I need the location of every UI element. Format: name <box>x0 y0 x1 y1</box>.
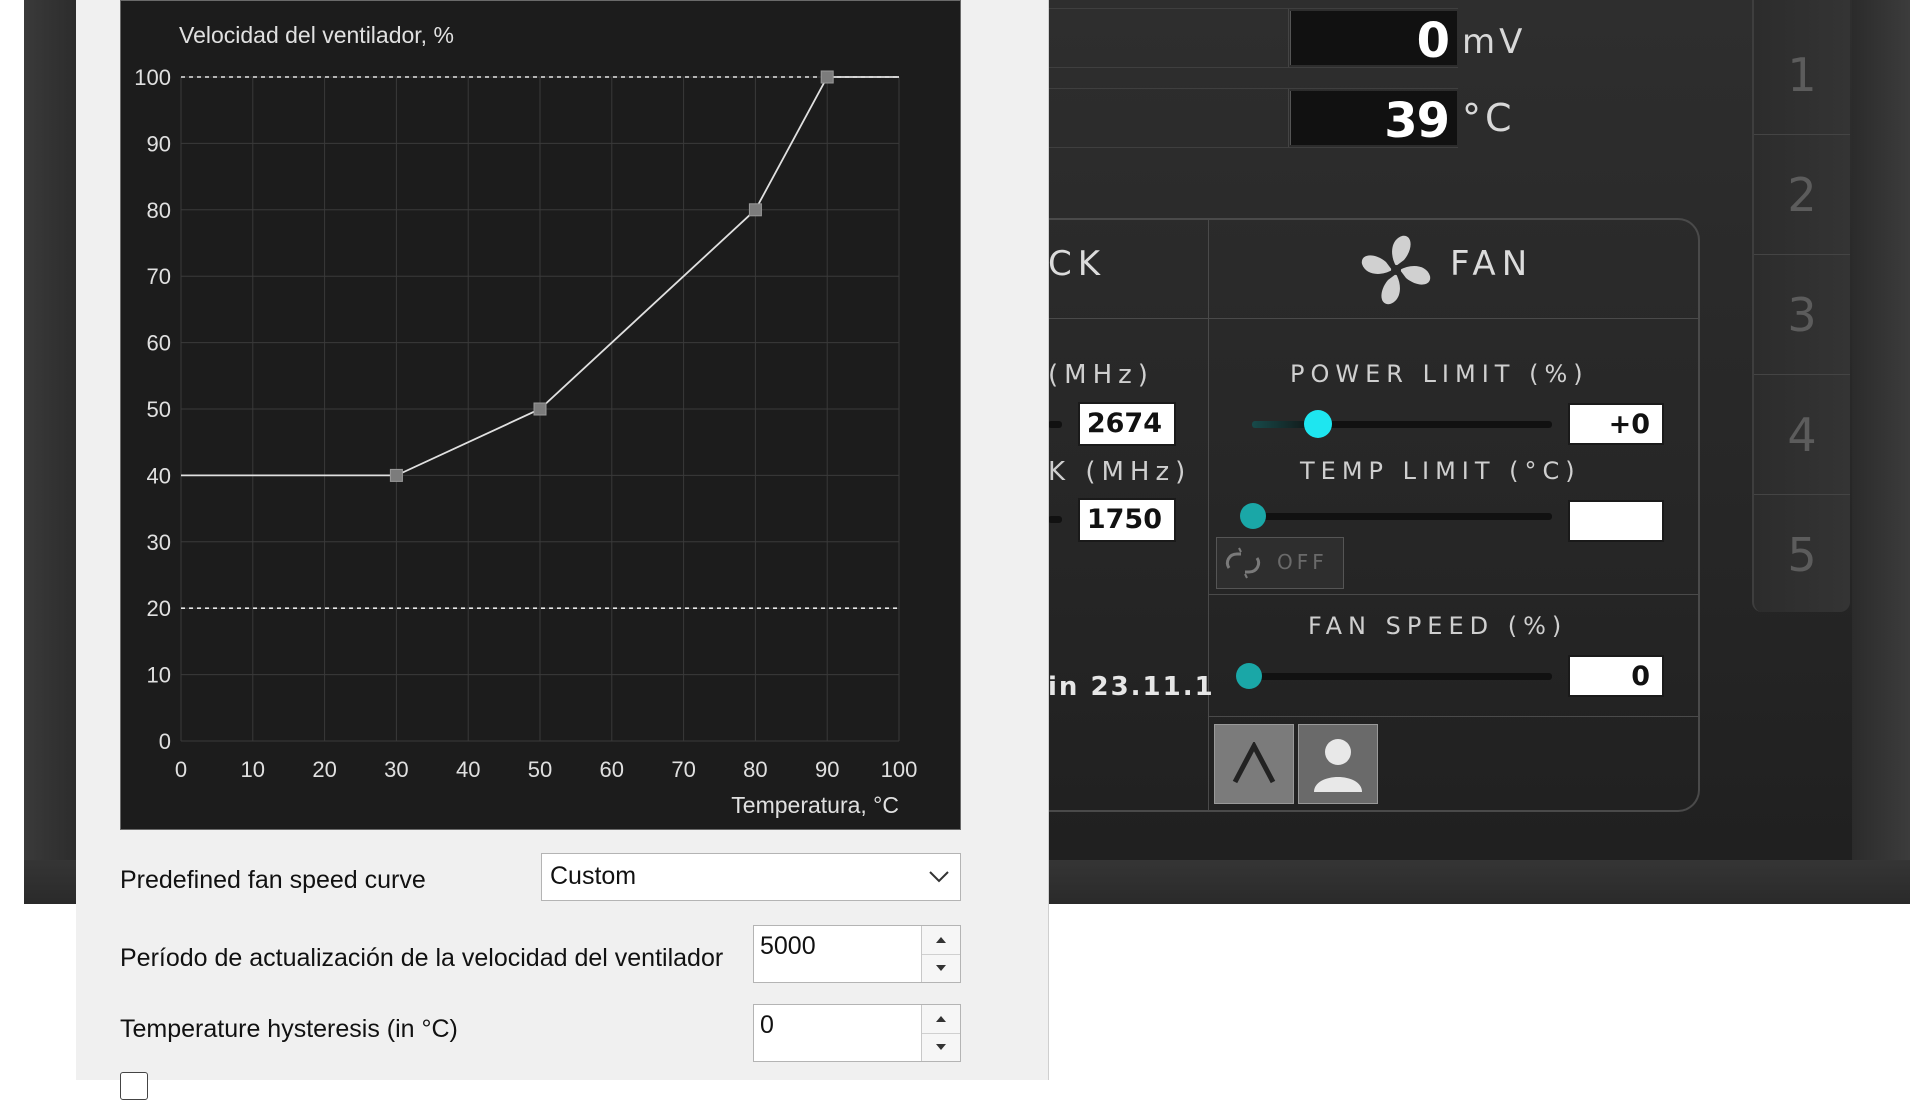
arrow-down-icon <box>936 965 946 971</box>
clock-title: CK <box>1048 244 1107 284</box>
update-period-increment[interactable] <box>922 926 960 955</box>
profile-tabs: 1 2 3 4 5 <box>1752 0 1850 612</box>
power-limit-value[interactable]: +0 <box>1568 403 1664 445</box>
x-tick-label-1: 10 <box>241 757 265 782</box>
profile-tab-1[interactable]: 1 <box>1754 16 1850 135</box>
x-tick-label-2: 20 <box>312 757 336 782</box>
hysteresis-value: 0 <box>760 1011 774 1039</box>
x-tick-label-4: 40 <box>456 757 480 782</box>
temp-limit-value[interactable] <box>1568 500 1664 542</box>
y-tick-label-5: 50 <box>147 397 171 422</box>
y-tick-label-3: 30 <box>147 530 171 555</box>
x-axis-label: Temperatura, °C <box>731 792 899 818</box>
y-tick-label-1: 10 <box>147 663 171 688</box>
profile-tab-4[interactable]: 4 <box>1754 376 1850 495</box>
y-tick-label-6: 60 <box>147 331 171 356</box>
fan-speed-thumb[interactable] <box>1236 663 1262 689</box>
core-clock-value[interactable]: 2674 <box>1078 402 1176 446</box>
version-text: in 23.11.1 <box>1048 672 1215 702</box>
update-period-label: Período de actualización de la velocidad… <box>120 944 724 972</box>
power-limit-thumb[interactable] <box>1304 410 1332 438</box>
curve-control-point-0[interactable] <box>389 468 403 482</box>
y-tick-label-9: 90 <box>147 131 171 156</box>
profile-tab-2[interactable]: 2 <box>1754 136 1850 255</box>
partially-visible-checkbox[interactable] <box>120 1072 148 1100</box>
power-limit-label: POWER LIMIT (%) <box>1290 360 1589 388</box>
profile-tab-3[interactable]: 3 <box>1754 256 1850 375</box>
link-icon <box>1225 547 1261 579</box>
hysteresis-increment[interactable] <box>922 1005 960 1034</box>
arrow-down-icon <box>936 1044 946 1050</box>
fan-settings-dialog: 0 10 20 30 40 50 60 70 80 90 100 0 10 20 30 40 50 60 70 80 9… <box>76 0 1049 1100</box>
link-toggle-label: OFF <box>1277 550 1328 574</box>
voltage-value: 0 <box>1416 13 1450 69</box>
y-tick-label-10: 100 <box>134 65 171 90</box>
temp-limit-thumb[interactable] <box>1240 503 1266 529</box>
auto-icon <box>1232 742 1276 784</box>
y-tick-label-0: 0 <box>159 729 171 754</box>
fan-curve-chart[interactable]: 0 10 20 30 40 50 60 70 80 90 100 0 10 20 30 40 50 60 70 80 9… <box>120 0 961 830</box>
y-tick-label-2: 20 <box>147 596 171 621</box>
user-fan-button[interactable] <box>1298 724 1378 804</box>
x-tick-label-8: 80 <box>743 757 767 782</box>
y-axis-label: Velocidad del ventilador, % <box>179 22 454 48</box>
arrow-up-icon <box>936 1016 946 1022</box>
skin-frame-right <box>1852 0 1910 904</box>
auto-fan-button[interactable] <box>1214 724 1294 804</box>
curve-control-point-1[interactable] <box>533 402 547 416</box>
fan-icon <box>1361 235 1431 305</box>
hysteresis-spinbox[interactable]: 0 <box>753 1004 961 1062</box>
predefined-curve-label: Predefined fan speed curve <box>120 866 426 894</box>
update-period-decrement[interactable] <box>922 954 960 982</box>
arrow-up-icon <box>936 937 946 943</box>
predefined-curve-value: Custom <box>550 862 637 890</box>
power-limit-slider[interactable] <box>1252 421 1552 428</box>
memory-clock-label: K (MHz) <box>1048 457 1192 487</box>
y-tick-label-7: 70 <box>147 264 171 289</box>
x-tick-label-10: 100 <box>881 757 918 782</box>
y-tick-label-8: 80 <box>147 198 171 223</box>
core-clock-label: (MHz) <box>1048 360 1154 390</box>
user-icon <box>1314 739 1362 792</box>
x-tick-label-5: 50 <box>528 757 552 782</box>
memory-clock-value[interactable]: 1750 <box>1078 498 1176 542</box>
curve-control-point-3[interactable] <box>820 70 834 84</box>
update-period-value: 5000 <box>760 932 816 960</box>
hysteresis-decrement[interactable] <box>922 1033 960 1061</box>
temperature-readout: 39 <box>1048 88 1458 149</box>
chevron-down-icon <box>929 871 949 883</box>
profile-tab-5[interactable]: 5 <box>1754 496 1850 614</box>
predefined-curve-select[interactable]: Custom <box>541 853 961 901</box>
hysteresis-label: Temperature hysteresis (in °C) <box>120 1015 458 1043</box>
temp-limit-slider[interactable] <box>1252 513 1552 520</box>
fan-speed-label: FAN SPEED (%) <box>1308 612 1568 640</box>
y-tick-label-4: 40 <box>147 463 171 488</box>
temperature-unit: °C <box>1462 96 1516 140</box>
x-tick-label-9: 90 <box>815 757 839 782</box>
link-toggle[interactable]: OFF <box>1216 537 1344 589</box>
fan-speed-slider[interactable] <box>1252 673 1552 680</box>
voltage-unit: mV <box>1462 22 1527 62</box>
x-tick-label-0: 0 <box>175 757 187 782</box>
curve-control-point-2[interactable] <box>748 203 762 217</box>
x-tick-label-7: 70 <box>671 757 695 782</box>
x-tick-label-6: 60 <box>600 757 624 782</box>
fan-curve-svg[interactable]: 0 10 20 30 40 50 60 70 80 90 100 0 10 20 30 40 50 60 70 80 9… <box>121 1 962 831</box>
fan-title: FAN <box>1450 244 1534 284</box>
voltage-readout: 0 <box>1048 8 1458 69</box>
temp-limit-label: TEMP LIMIT (°C) <box>1300 457 1581 485</box>
update-period-spinbox[interactable]: 5000 <box>753 925 961 983</box>
fan-speed-value[interactable]: 0 <box>1568 655 1664 697</box>
temperature-value: 39 <box>1384 93 1450 149</box>
skin-frame-left <box>24 0 84 904</box>
x-tick-label-3: 30 <box>384 757 408 782</box>
